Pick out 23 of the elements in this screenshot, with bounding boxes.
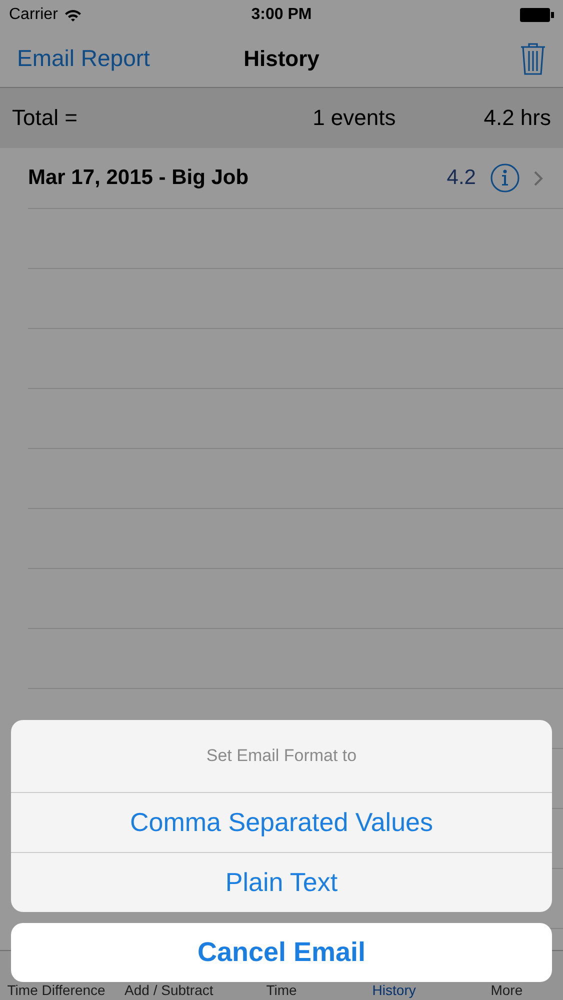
tab-item[interactable]: Time xyxy=(266,982,297,998)
tab-item[interactable]: More xyxy=(490,982,523,998)
info-icon[interactable] xyxy=(490,163,520,193)
chevron-icon xyxy=(534,170,543,186)
total-label: Total = xyxy=(12,105,78,131)
battery-icon xyxy=(520,8,554,22)
tab-item[interactable]: Add / Subtract xyxy=(124,982,214,998)
format-option[interactable]: Comma Separated Values xyxy=(11,793,552,853)
tab-item[interactable]: Time Difference xyxy=(7,982,106,998)
cancel-button[interactable]: Cancel Email xyxy=(11,923,552,982)
carrier-label: Carrier xyxy=(9,6,58,24)
email-report-button[interactable]: Email Report xyxy=(17,45,150,72)
sheet-title: Set Email Format to xyxy=(11,720,552,793)
format-option[interactable]: Plain Text xyxy=(11,853,552,912)
nav-title: History xyxy=(244,46,320,72)
event-hours: 4.2 xyxy=(446,166,476,190)
wifi-icon xyxy=(64,8,82,22)
status-time: 3:00 PM xyxy=(251,6,312,24)
tab-item[interactable]: History xyxy=(372,982,416,998)
hours-total: 4.2 hrs xyxy=(484,105,551,131)
events-count: 1 events xyxy=(312,105,396,131)
event-title[interactable]: Mar 17, 2015 - Big Job xyxy=(28,166,249,190)
trash-icon[interactable] xyxy=(520,42,546,76)
